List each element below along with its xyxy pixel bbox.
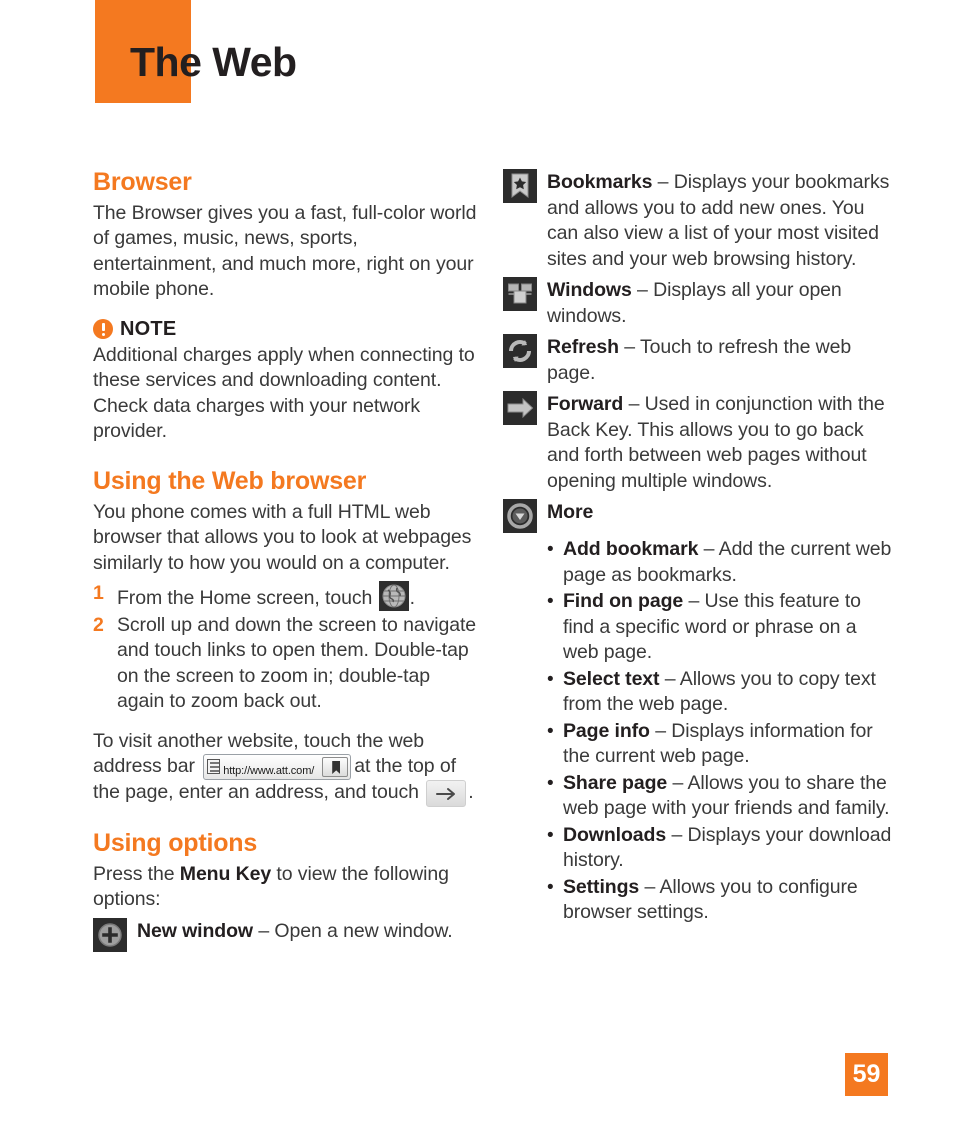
globe-icon[interactable]	[378, 581, 409, 611]
page-number-badge: 59	[845, 1053, 888, 1096]
option-text: Bookmarks – Displays your bookmarks and …	[547, 168, 895, 272]
option-new-window[interactable]: New window – Open a new window.	[93, 917, 479, 952]
submenu-label: Downloads	[563, 823, 667, 846]
option-label: Forward	[547, 393, 624, 415]
option-text: Refresh – Touch to refresh the web page.	[547, 333, 895, 386]
submenu-label: Share page	[563, 771, 668, 794]
submenu-dash: –	[688, 590, 700, 612]
steps-list: 1 From the Home screen, touch . 2 Scroll u…	[93, 581, 479, 715]
option-text: Windows – Displays all your open windows…	[547, 276, 895, 329]
using-options-heading: Using options	[93, 829, 258, 857]
note-body: Additional charges apply when connecting…	[93, 343, 475, 443]
option-dash: –	[258, 919, 270, 942]
right-column: Bookmarks – Displays your bookmarks and …	[503, 168, 895, 927]
step-number: 1	[93, 582, 104, 604]
step-number: 2	[93, 613, 104, 636]
more-submenu-list: Add bookmark – Add the current web page …	[503, 537, 895, 926]
list-item[interactable]: Select text – Allows you to copy text fr…	[547, 667, 895, 718]
option-desc: Open a new window.	[274, 919, 453, 942]
option-dash: –	[624, 336, 635, 358]
list-item[interactable]: Find on page – Use this feature to find …	[547, 589, 895, 666]
submenu-label: Page info	[563, 719, 650, 742]
refresh-icon	[503, 334, 537, 368]
using-web-browser-heading: Using the Web browser	[93, 466, 367, 495]
submenu-dash: –	[655, 719, 666, 742]
visit-website-paragraph: To visit another website, touch the web …	[93, 729, 479, 807]
submenu-label: Select text	[563, 667, 660, 690]
forward-arrow-icon	[503, 391, 537, 425]
page-title: The Web	[130, 39, 297, 85]
left-column: Browser The Browser gives you a fast, fu…	[93, 168, 479, 952]
using-web-browser-body: You phone comes with a full HTML web bro…	[93, 500, 472, 574]
browser-body: The Browser gives you a fast, full-color…	[93, 201, 477, 301]
submenu-label: Add bookmark	[563, 538, 699, 560]
option-dash: –	[637, 279, 648, 301]
option-dash: –	[657, 171, 669, 193]
submenu-label: Find on page	[563, 590, 684, 612]
address-bar-url: http://www.att.com/	[223, 765, 315, 777]
bookmark-icon-button[interactable]	[322, 757, 349, 777]
more-chevron-icon	[503, 499, 537, 533]
note-header: NOTE	[93, 318, 479, 341]
option-label: New window	[137, 919, 254, 942]
note-label: NOTE	[120, 317, 177, 340]
list-item[interactable]: Page info – Displays information for the…	[547, 719, 895, 770]
submenu-dash: –	[644, 875, 656, 898]
submenu-dash: –	[671, 823, 683, 846]
option-label: More	[547, 501, 594, 523]
list-item[interactable]: Settings – Allows you to configure brows…	[547, 875, 895, 926]
submenu-dash: –	[672, 771, 684, 794]
option-dash: –	[628, 393, 640, 415]
step-text: From the Home screen, touch	[117, 587, 373, 609]
option-bookmarks[interactable]: Bookmarks – Displays your bookmarks and …	[503, 168, 895, 272]
submenu-dash: –	[703, 538, 715, 560]
option-forward[interactable]: Forward – Used in conjunction with the B…	[503, 390, 895, 494]
option-label: Bookmarks	[547, 171, 653, 193]
exclamation-icon	[93, 319, 113, 340]
option-windows[interactable]: Windows – Displays all your open windows…	[503, 276, 895, 329]
visit-text-part3: .	[468, 781, 474, 803]
list-item[interactable]: Add bookmark – Add the current web page …	[547, 537, 895, 588]
option-text: More	[547, 498, 895, 526]
option-text: New window – Open a new window.	[137, 917, 479, 945]
list-item[interactable]: Downloads – Displays your download histo…	[547, 823, 895, 874]
option-refresh[interactable]: Refresh – Touch to refresh the web page.	[503, 333, 895, 386]
option-label: Refresh	[547, 336, 619, 358]
option-label: Windows	[547, 279, 632, 301]
page-icon	[207, 759, 221, 774]
plus-circle-icon	[93, 917, 127, 952]
browser-heading: Browser	[93, 168, 192, 196]
step-text-after: .	[409, 587, 415, 609]
go-arrow-button[interactable]	[426, 780, 467, 807]
option-more[interactable]: More	[503, 498, 895, 533]
address-bar-graphic[interactable]: http://www.att.com/	[203, 754, 352, 780]
submenu-label: Settings	[563, 875, 640, 898]
step-item: 2 Scroll up and down the screen to naviga…	[93, 613, 479, 715]
press-menu-before: Press the	[93, 862, 180, 885]
windows-icon	[503, 277, 537, 311]
option-text: Forward – Used in conjunction with the B…	[547, 390, 895, 494]
step-text: Scroll up and down the screen to navigat…	[117, 613, 477, 713]
menu-key-label: Menu Key	[179, 862, 272, 885]
list-item[interactable]: Share page – Allows you to share the web…	[547, 771, 895, 822]
bookmark-star-icon	[503, 169, 537, 203]
submenu-dash: –	[664, 667, 676, 690]
press-menu-key-paragraph: Press the Menu Key to view the following…	[93, 862, 479, 913]
step-item: 1 From the Home screen, touch .	[93, 581, 479, 612]
